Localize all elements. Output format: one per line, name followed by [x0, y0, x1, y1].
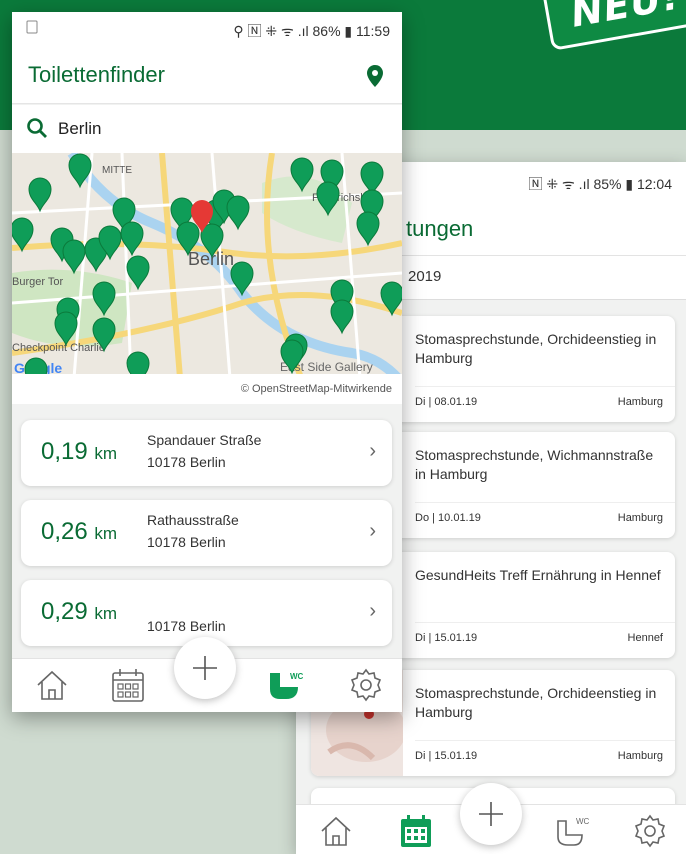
divider — [415, 386, 675, 387]
event-date: Di | 15.01.19 — [415, 632, 478, 644]
distance-value: 0,29 — [41, 598, 88, 625]
app-header: Toilettenfinder — [12, 46, 402, 104]
event-city: Hamburg — [617, 512, 663, 524]
home-icon[interactable] — [32, 665, 72, 705]
screenshot-icon — [26, 20, 38, 34]
event-city: Hamburg — [617, 396, 663, 408]
status-bar-text: ⚲ 🄽 ⁜ ᯤ .ıl 86% ▮ 11:59 — [233, 23, 390, 39]
distance-unit: km — [94, 444, 118, 463]
location-pin-icon[interactable] — [366, 64, 384, 88]
toilet-icon-label: WC — [576, 817, 590, 826]
distance: 0,26 km — [41, 518, 117, 546]
status-bar: ⚲ 🄽 ⁜ ᯤ .ıl 86% ▮ 11:59 — [12, 12, 402, 46]
status-bar-text: 🄽 ⁜ ᯤ .ıl 85% ▮ 12:04 — [528, 176, 673, 192]
postal-city: 10178 Berlin — [147, 534, 226, 550]
map-credit-text: © OpenStreetMap-Mitwirkende — [240, 383, 392, 395]
toilet-icon[interactable]: WC — [266, 665, 306, 705]
map-canvas: MITTE Berlin East Side Gallery Checkpoin… — [12, 153, 402, 403]
add-icon — [479, 802, 503, 826]
toilet-result-card[interactable]: 0,19 km Spandauer Straße 10178 Berlin › — [21, 420, 392, 486]
date-filter-value: 2019 — [408, 268, 442, 285]
distance: 0,29 km — [41, 598, 117, 626]
event-date: Di | 15.01.19 — [415, 750, 478, 762]
calendar-icon[interactable] — [396, 811, 436, 851]
add-icon — [193, 656, 217, 680]
add-button[interactable] — [460, 783, 522, 845]
search-bar[interactable]: Berlin — [12, 105, 402, 153]
map-label: Burger Tor — [12, 276, 63, 288]
settings-icon[interactable] — [346, 665, 386, 705]
search-icon — [27, 118, 47, 138]
search-input[interactable]: Berlin — [58, 119, 101, 139]
event-date: Di | 08.01.19 — [415, 396, 478, 408]
event-title: Stomasprechstunde, Orchideenstieg in Ham… — [415, 685, 657, 720]
event-title: Stomasprechstunde, Wichmannstraße in Ham… — [415, 447, 654, 482]
street-name: Spandauer Straße — [147, 432, 262, 448]
map-label: Checkpoint Charlie — [12, 342, 105, 354]
divider — [415, 502, 675, 503]
divider — [415, 740, 675, 741]
distance-value: 0,26 — [41, 518, 88, 545]
distance-value: 0,19 — [41, 438, 88, 465]
calendar-icon[interactable] — [108, 665, 148, 705]
bottom-navigation: WC — [296, 783, 686, 854]
chevron-right-icon: › — [369, 440, 376, 462]
toilet-finder-phone-screen: ⚲ 🄽 ⁜ ᯤ .ıl 86% ▮ 11:59 Toilettenfinder … — [12, 12, 402, 712]
distance-unit: km — [94, 604, 118, 623]
settings-icon[interactable] — [630, 811, 670, 851]
page-title: Toilettenfinder — [28, 62, 165, 87]
toilet-icon[interactable]: WC — [552, 811, 592, 851]
map-label: MITTE — [102, 165, 132, 176]
postal-city: 10178 Berlin — [147, 454, 226, 470]
event-date: Do | 10.01.19 — [415, 512, 481, 524]
page-title: tungen — [406, 216, 474, 241]
home-icon[interactable] — [316, 811, 356, 851]
divider — [415, 622, 675, 623]
new-badge-label: NEU! — [567, 0, 684, 36]
toilet-icon-label: WC — [290, 672, 304, 681]
bottom-navigation: WC — [12, 637, 402, 712]
chevron-right-icon: › — [369, 520, 376, 542]
street-name: Rathausstraße — [147, 512, 239, 528]
event-city: Hamburg — [617, 750, 663, 762]
distance-unit: km — [94, 524, 118, 543]
toilet-result-card[interactable]: 0,26 km Rathausstraße 10178 Berlin › — [21, 500, 392, 566]
distance: 0,19 km — [41, 438, 117, 466]
postal-city: 10178 Berlin — [147, 618, 226, 634]
event-title: Stomasprechstunde, Orchideenstieg in Ham… — [415, 331, 657, 366]
map-view[interactable]: MITTE Berlin East Side Gallery Checkpoin… — [12, 153, 402, 403]
chevron-right-icon: › — [369, 600, 376, 622]
add-button[interactable] — [174, 637, 236, 699]
event-city: Hennef — [627, 632, 663, 644]
event-title: GesundHeits Treff Ernährung in Hennef — [415, 567, 661, 583]
map-attribution: © OpenStreetMap-Mitwirkende — [12, 374, 402, 404]
